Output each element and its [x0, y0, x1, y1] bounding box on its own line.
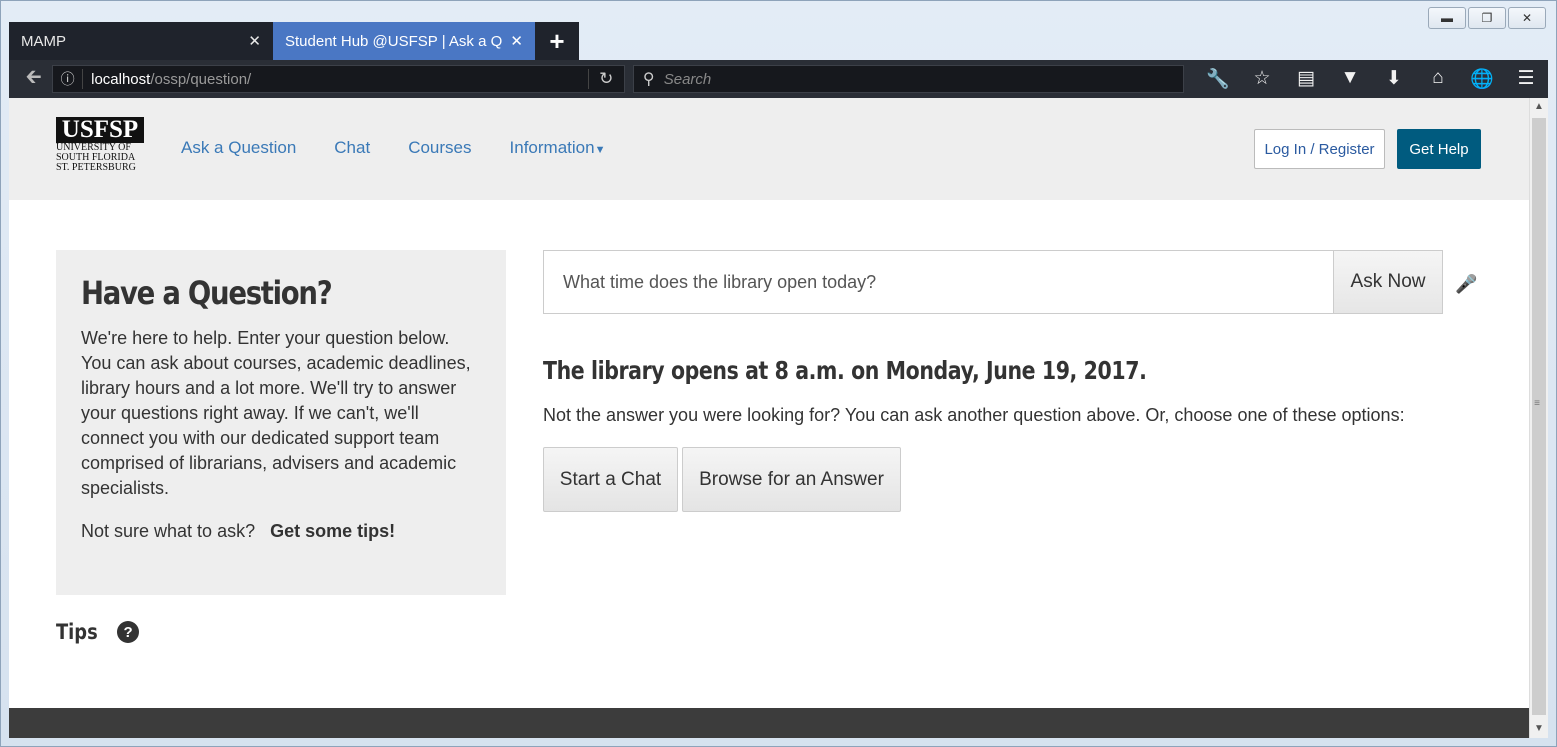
caret-down-icon: ▼	[594, 144, 606, 156]
wrench-icon[interactable]: 🔧	[1196, 67, 1240, 91]
url-host: localhost	[91, 70, 151, 88]
followup-text: Not the answer you were looking for? You…	[543, 405, 1405, 425]
main-nav: Ask a Question Chat Courses Information▼	[181, 138, 605, 158]
search-icon: ⚲	[642, 71, 655, 88]
tab-label: MAMP	[21, 32, 66, 50]
get-tips-link[interactable]: Get some tips!	[270, 521, 395, 541]
tab-mamp[interactable]: MAMP ✕	[9, 22, 273, 60]
browser-toolbar: 🡰 ⓘ localhost/ossp/question/ ↻ ⚲ Search …	[9, 60, 1548, 98]
browse-answer-button[interactable]: Browse for an Answer	[682, 447, 901, 512]
site-footer	[9, 708, 1529, 738]
tips-prompt: Not sure what to ask?	[81, 521, 256, 541]
reader-list-icon[interactable]: ▤	[1284, 67, 1328, 91]
toolbar-icons: 🔧 ☆ ▤ ▼ ⬇ ⌂ 🌐 ☰	[1196, 67, 1548, 91]
scroll-down-icon[interactable]: ▼	[1530, 720, 1548, 738]
url-path: /ossp/question/	[150, 70, 252, 88]
search-placeholder: Search	[663, 70, 712, 88]
question-circle-icon[interactable]: ?	[117, 621, 140, 643]
pocket-icon[interactable]: ▼	[1328, 67, 1372, 91]
download-icon[interactable]: ⬇	[1372, 67, 1416, 91]
window-controls: ▬ ❐ ✕	[1428, 7, 1546, 29]
microphone-icon[interactable]: 🎤	[1455, 274, 1477, 296]
panel-body: We're here to help. Enter your question …	[81, 328, 471, 498]
search-input[interactable]: ⚲ Search	[632, 65, 1184, 93]
ask-form: What time does the library open today? A…	[543, 250, 1443, 314]
page-viewport: USFSP UNIVERSITY OF SOUTH FLORIDA ST. PE…	[9, 98, 1529, 738]
get-help-button[interactable]: Get Help	[1397, 129, 1481, 169]
site-header: USFSP UNIVERSITY OF SOUTH FLORIDA ST. PE…	[9, 98, 1529, 200]
scroll-up-icon[interactable]: ▲	[1530, 98, 1548, 116]
logo-line: ST. PETERSBURG	[56, 162, 136, 173]
nav-courses[interactable]: Courses	[408, 138, 471, 158]
question-input[interactable]: What time does the library open today?	[544, 251, 1333, 313]
usfsp-logo[interactable]: USFSP UNIVERSITY OF SOUTH FLORIDA ST. PE…	[56, 117, 144, 173]
menu-icon[interactable]: ☰	[1504, 67, 1548, 91]
close-tab-icon[interactable]: ✕	[248, 32, 261, 50]
bookmark-star-icon[interactable]: ☆	[1240, 67, 1284, 91]
info-icon[interactable]: ⓘ	[53, 69, 84, 89]
tab-student-hub[interactable]: Student Hub @USFSP | Ask a Question ✕	[273, 22, 535, 60]
panel-title: Have a Question?	[81, 274, 333, 312]
option-buttons: Start a Chat Browse for an Answer	[543, 447, 901, 512]
reload-icon[interactable]: ↻	[587, 69, 624, 89]
new-tab-button[interactable]: +	[535, 22, 579, 60]
ask-now-button[interactable]: Ask Now	[1333, 251, 1442, 313]
minimize-icon[interactable]: ▬	[1428, 7, 1466, 29]
have-question-panel: Have a Question? We're here to help. Ent…	[56, 250, 506, 595]
url-text: localhost/ossp/question/	[83, 71, 588, 88]
tips-line: Not sure what to ask? Get some tips!	[81, 521, 481, 542]
answer-text: The library opens at 8 a.m. on Monday, J…	[543, 356, 1147, 385]
nav-information[interactable]: Information▼	[510, 138, 606, 158]
vertical-scrollbar[interactable]: ▲ ≡ ▼	[1529, 98, 1548, 738]
login-register-button[interactable]: Log In / Register	[1254, 129, 1385, 169]
home-icon[interactable]: ⌂	[1416, 67, 1460, 91]
globe-icon[interactable]: 🌐	[1460, 67, 1504, 91]
scroll-thumb[interactable]	[1532, 118, 1546, 715]
tab-strip: MAMP ✕ Student Hub @USFSP | Ask a Questi…	[9, 22, 579, 60]
tips-heading: Tips	[56, 620, 98, 644]
tips-section: Tips ?	[56, 620, 140, 644]
close-window-icon[interactable]: ✕	[1508, 7, 1546, 29]
scroll-grip-icon: ≡	[1534, 398, 1540, 409]
logo-wordmark: USFSP	[56, 117, 144, 143]
restore-icon[interactable]: ❐	[1468, 7, 1506, 29]
address-bar[interactable]: ⓘ localhost/ossp/question/ ↻	[52, 65, 625, 93]
back-arrow-icon[interactable]: 🡰	[19, 64, 48, 94]
nav-information-label: Information	[509, 138, 595, 157]
tab-label: Student Hub @USFSP | Ask a Question	[285, 32, 503, 50]
close-tab-icon[interactable]: ✕	[510, 32, 523, 50]
nav-chat[interactable]: Chat	[334, 138, 370, 158]
nav-ask-question[interactable]: Ask a Question	[181, 138, 296, 158]
start-chat-button[interactable]: Start a Chat	[543, 447, 678, 512]
